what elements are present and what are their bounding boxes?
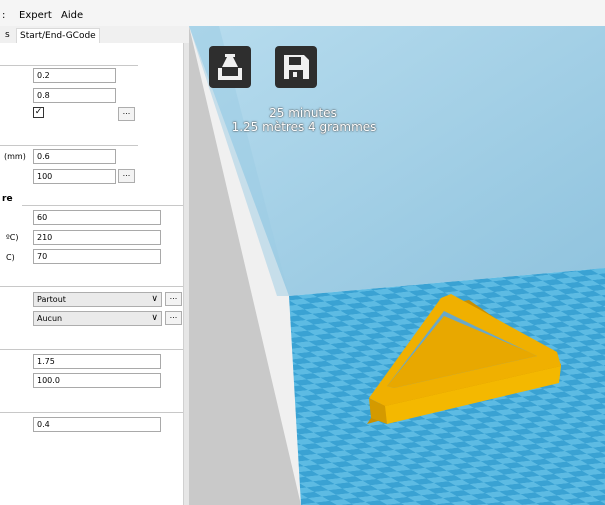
- fill-density-field[interactable]: 100: [33, 169, 116, 184]
- save-gcode-icon: [284, 55, 309, 79]
- tab-start-end-gcode[interactable]: Start/End-GCode: [16, 28, 100, 43]
- retraction-options-button[interactable]: ...: [118, 107, 135, 121]
- section-divider: [22, 205, 183, 206]
- chevron-down-icon: ∨: [151, 313, 158, 323]
- save-gcode-button[interactable]: [275, 46, 317, 88]
- flow-field[interactable]: 100.0: [33, 373, 161, 388]
- bed-temperature-field[interactable]: 70: [33, 249, 161, 264]
- print-time-text: 25 minutes: [269, 106, 337, 120]
- menu-aide[interactable]: Aide: [61, 10, 83, 21]
- load-model-button[interactable]: [209, 46, 251, 88]
- menu-bar: : Expert Aide: [0, 0, 605, 26]
- settings-tabs: s Start/End-GCode: [0, 27, 188, 44]
- fill-options-button[interactable]: ...: [118, 169, 135, 183]
- menu-item-partial[interactable]: :: [2, 10, 5, 21]
- section-divider: [0, 286, 183, 287]
- chevron-down-icon: ∨: [151, 294, 158, 304]
- retraction-checkbox[interactable]: ✓: [33, 107, 44, 118]
- support-type-value: Partout: [37, 295, 66, 304]
- bottom-top-label: (mm): [4, 152, 26, 161]
- load-model-icon: [218, 54, 242, 80]
- platform-adhesion-select[interactable]: Aucun ∨: [33, 311, 162, 326]
- section-divider: [0, 145, 138, 146]
- print-speed-field[interactable]: 60: [33, 210, 161, 225]
- section-divider: [0, 65, 138, 66]
- shell-thickness-field[interactable]: 0.8: [33, 88, 116, 103]
- section-divider: [0, 349, 183, 350]
- bed-temp-label: C): [6, 253, 15, 262]
- tab-partial[interactable]: s: [2, 28, 13, 42]
- settings-panel: 0.2 0.8 ✓ ... (mm) 0.6 100 ... re 60 ºC)…: [0, 43, 183, 505]
- print-temp-label: ºC): [6, 233, 19, 242]
- support-type-select[interactable]: Partout ∨: [33, 292, 162, 307]
- section-divider: [0, 412, 183, 413]
- material-usage-text: 1.25 mètres 4 grammes: [231, 120, 377, 134]
- bottom-top-thickness-field[interactable]: 0.6: [33, 149, 116, 164]
- 3d-viewport[interactable]: 25 minutes 1.25 mètres 4 grammes: [189, 26, 605, 505]
- viewport-scene: [189, 26, 605, 505]
- speed-temperature-header: re: [2, 194, 13, 204]
- platform-adhesion-value: Aucun: [37, 314, 63, 323]
- support-options-button[interactable]: ...: [165, 292, 182, 306]
- nozzle-size-field[interactable]: 0.4: [33, 417, 161, 432]
- filament-diameter-field[interactable]: 1.75: [33, 354, 161, 369]
- adhesion-options-button[interactable]: ...: [165, 311, 182, 325]
- menu-expert[interactable]: Expert: [19, 10, 52, 21]
- layer-height-field[interactable]: 0.2: [33, 68, 116, 83]
- print-temperature-field[interactable]: 210: [33, 230, 161, 245]
